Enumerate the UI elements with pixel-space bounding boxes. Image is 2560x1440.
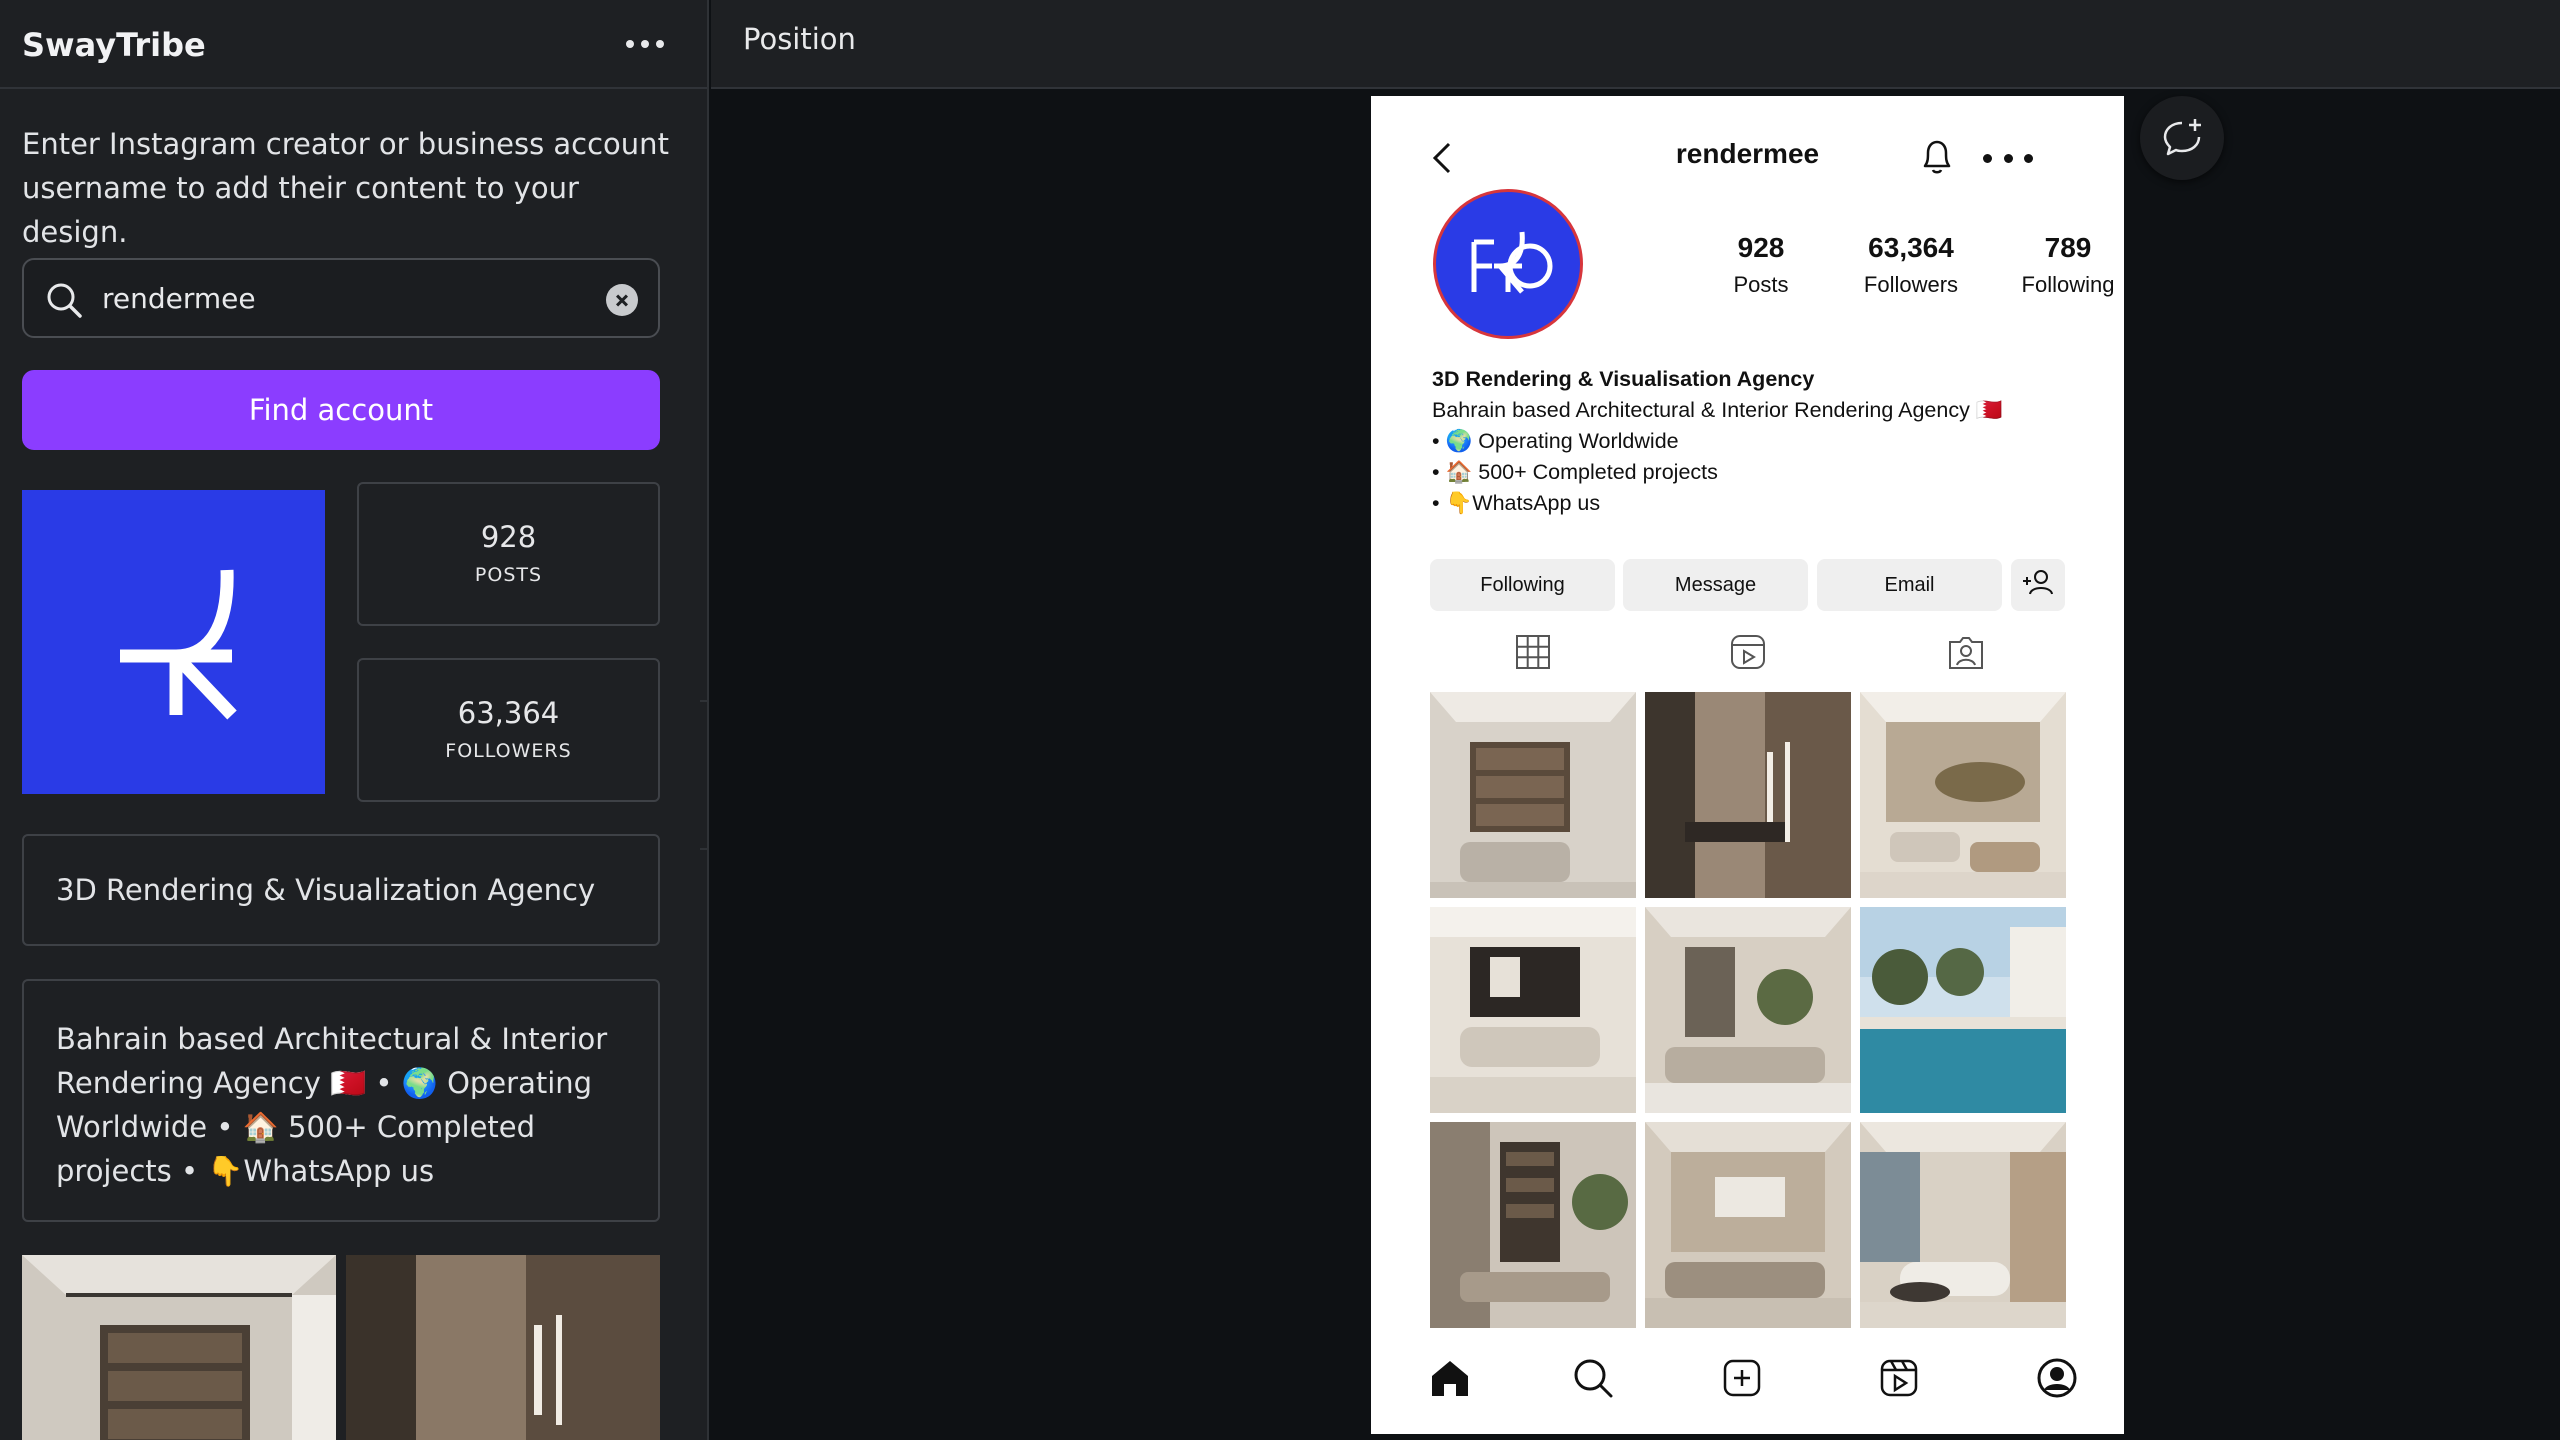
ig-followers-label: Followers: [1863, 272, 1959, 297]
ig-posts-stat[interactable]: 928 Posts: [1686, 232, 1836, 298]
search-input[interactable]: [102, 274, 582, 322]
ig-posts-label: Posts: [1733, 272, 1789, 297]
posts-count: 928: [480, 520, 537, 554]
profile-bio: 3D Rendering & Visualisation Agency Bahr…: [1432, 364, 2072, 519]
post-tile[interactable]: [1860, 1122, 2066, 1328]
post-tile[interactable]: [1430, 907, 1636, 1113]
ig-followers-stat[interactable]: 63,364 Followers: [1836, 232, 1986, 298]
post-thumbnails: [22, 1255, 660, 1440]
posts-stat-card[interactable]: 928 POSTS: [357, 482, 660, 626]
post-thumbnail[interactable]: [346, 1255, 660, 1440]
bio-line: • 🏠 500+ Completed projects: [1432, 460, 1718, 484]
account-bio-card[interactable]: Bahrain based Architectural & Interior R…: [22, 979, 660, 1222]
followers-label: FOLLOWERS: [445, 740, 572, 762]
avatar: [1433, 189, 1583, 339]
profile-icon[interactable]: [2035, 1356, 2079, 1400]
app-title: SwayTribe: [22, 26, 206, 64]
ig-following-label: Following: [2021, 272, 2115, 297]
sidebar-header: SwayTribe: [0, 0, 707, 89]
find-account-button[interactable]: Find account: [22, 370, 660, 450]
account-name-card[interactable]: 3D Rendering & Visualization Agency: [22, 834, 660, 946]
bio-line: • 🌍 Operating Worldwide: [1432, 429, 1679, 453]
collapse-panel-button[interactable]: [700, 700, 707, 850]
bell-icon[interactable]: [1917, 136, 1957, 178]
ig-following-stat[interactable]: 789 Following: [1993, 232, 2124, 298]
message-button[interactable]: Message: [1623, 559, 1808, 611]
more-options-icon[interactable]: [620, 26, 670, 62]
comment-add-icon: [2163, 119, 2201, 156]
add-user-button[interactable]: [2011, 559, 2065, 611]
followers-stat-card[interactable]: 63,364 FOLLOWERS: [357, 658, 660, 802]
post-tile[interactable]: [1645, 1122, 1851, 1328]
home-icon[interactable]: [1428, 1356, 1472, 1400]
create-icon[interactable]: [1720, 1356, 1764, 1400]
add-user-icon: [2023, 570, 2053, 595]
editor-topbar: Position: [711, 0, 2560, 89]
search-icon: [47, 283, 82, 318]
post-tile[interactable]: [1860, 692, 2066, 898]
following-button[interactable]: Following: [1430, 559, 1615, 611]
search-icon[interactable]: [1571, 1356, 1615, 1400]
bio-name: 3D Rendering & Visualisation Agency: [1432, 367, 1815, 391]
posts-label: POSTS: [474, 564, 543, 586]
search-field[interactable]: [22, 258, 660, 338]
ig-followers-count: 63,364: [1868, 232, 1954, 263]
post-tile[interactable]: [1645, 692, 1851, 898]
post-tile[interactable]: [1430, 692, 1636, 898]
avatar-logo-icon: [1471, 231, 1553, 294]
brand-logo-icon: [120, 569, 237, 720]
profile-picture[interactable]: [22, 490, 325, 794]
bio-line: • 👇WhatsApp us: [1432, 491, 1601, 515]
bio-line: Bahrain based Architectural & Interior R…: [1432, 398, 2003, 422]
ig-posts-count: 928: [1737, 232, 1785, 263]
more-icon[interactable]: [1983, 148, 2033, 168]
post-tile[interactable]: [1430, 1122, 1636, 1328]
post-tile[interactable]: [1860, 907, 2066, 1113]
intro-text: Enter Instagram creator or business acco…: [22, 127, 669, 249]
sidebar-panel: SwayTribe Enter Instagram creator or bus…: [0, 0, 709, 1440]
followers-count: 63,364: [457, 696, 560, 730]
clear-icon[interactable]: [606, 284, 638, 316]
post-tile[interactable]: [1645, 907, 1851, 1113]
reels-icon[interactable]: [1877, 1356, 1921, 1400]
add-comment-button[interactable]: [2140, 96, 2224, 180]
post-grid: [1430, 692, 2066, 1328]
instagram-profile-design[interactable]: rendermee 928 Posts 63,364 Followers 789…: [1371, 96, 2124, 1434]
reels-icon[interactable]: [1728, 632, 1768, 672]
ig-following-count: 789: [2044, 232, 2092, 263]
tagged-icon[interactable]: [1946, 632, 1986, 672]
grid-icon[interactable]: [1513, 632, 1553, 672]
email-button[interactable]: Email: [1817, 559, 2002, 611]
position-button[interactable]: Position: [743, 22, 856, 56]
post-thumbnail[interactable]: [22, 1255, 336, 1440]
